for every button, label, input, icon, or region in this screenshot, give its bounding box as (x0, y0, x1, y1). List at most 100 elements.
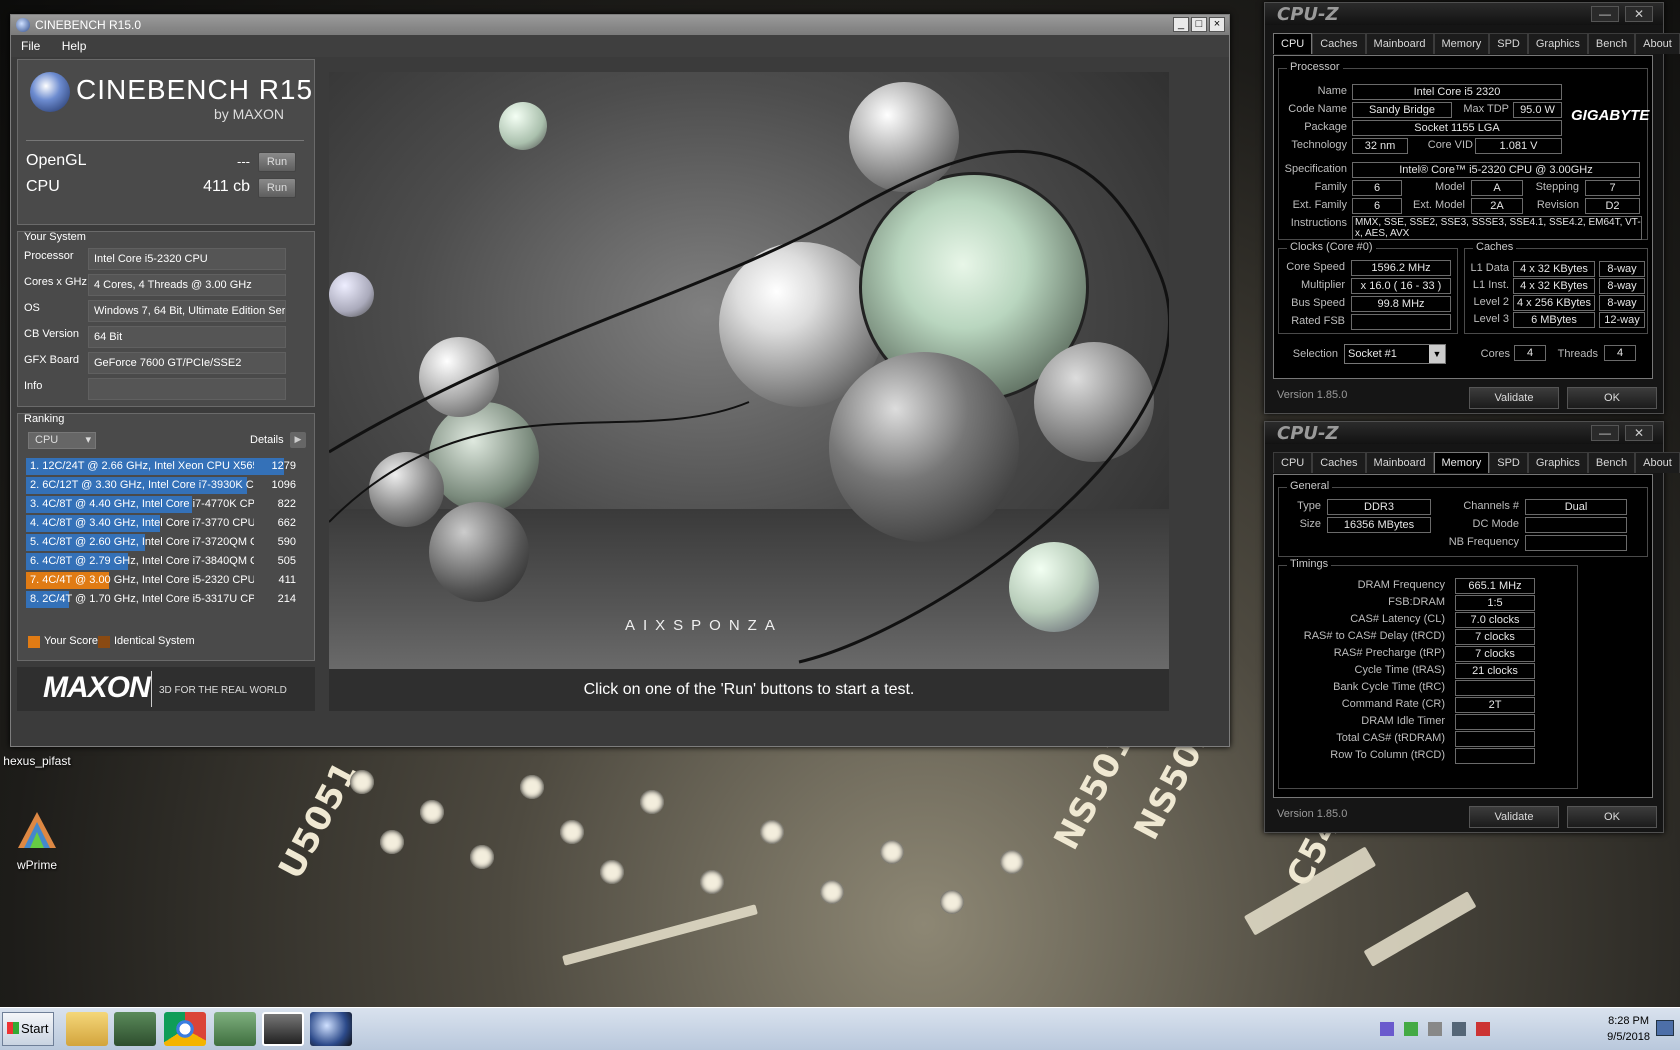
security-icon[interactable] (1404, 1022, 1418, 1036)
chrome-icon[interactable] (164, 1012, 206, 1046)
ranking-row[interactable]: 8. 2C/4T @ 1.70 GHz, Intel Core i5-3317U… (26, 591, 302, 608)
opengl-score: --- (237, 154, 250, 169)
chevron-down-icon: ▼ (1429, 345, 1445, 363)
tab-bench[interactable]: Bench (1587, 452, 1636, 473)
cpuz-titlebar[interactable]: CPU-Z — ✕ (1265, 3, 1663, 25)
cores-label: Cores (1480, 348, 1510, 360)
render-viewport: AIXSPONZA (329, 72, 1169, 669)
ranking-row-score: 662 (277, 517, 296, 529)
timings-group: Timings DRAM Frequency 665.1 MHz FSB:DRAM 1… (1278, 558, 1578, 789)
ranking-row-score: 590 (277, 536, 296, 548)
pen-icon[interactable] (1380, 1022, 1394, 1036)
start-button[interactable]: Start (2, 1012, 54, 1046)
tab-spd[interactable]: SPD (1489, 33, 1528, 54)
package-label: Package (1304, 121, 1347, 133)
tab-graphics[interactable]: Graphics (1527, 452, 1588, 473)
close-button[interactable]: ✕ (1625, 425, 1653, 441)
divider (151, 671, 152, 707)
ranking-row[interactable]: 2. 6C/12T @ 3.30 GHz, Intel Core i7-3930… (26, 477, 302, 494)
ranking-row-label: 6. 4C/8T @ 2.79 GHz, Intel Core i7-3840Q… (30, 555, 254, 567)
processor-group: Processor Name Intel Core i5 2320 Code N… (1278, 61, 1649, 240)
close-button[interactable]: ✕ (1625, 6, 1653, 22)
nbfrequency-label: NB Frequency (1448, 536, 1519, 548)
technology-value: 32 nm (1352, 138, 1408, 154)
cinebench-icon[interactable] (310, 1012, 352, 1046)
tab-mainboard[interactable]: Mainboard (1365, 452, 1434, 473)
timing-value: 7.0 clocks (1455, 612, 1535, 628)
ok-button[interactable]: OK (1567, 387, 1657, 409)
tests-panel: CINEBENCH R15 by MAXON OpenGL --- Run CP… (17, 59, 315, 225)
tab-graphics[interactable]: Graphics (1527, 33, 1588, 54)
task-manager-icon[interactable] (114, 1012, 156, 1046)
clock[interactable]: 8:28 PM 9/5/2018 (1607, 1013, 1650, 1045)
tab-spd[interactable]: SPD (1489, 452, 1528, 473)
cache-level-label: L1 Inst. (1472, 279, 1509, 291)
timing-value (1455, 714, 1535, 730)
ranking-row-score: 1096 (271, 479, 296, 491)
group-title: Timings (1287, 558, 1332, 570)
minimize-button[interactable]: — (1591, 425, 1619, 441)
timing-value: 2T (1455, 697, 1535, 713)
ranking-row[interactable]: 6. 4C/8T @ 2.79 GHz, Intel Core i7-3840Q… (26, 553, 302, 570)
system-row-value: 4 Cores, 4 Threads @ 3.00 GHz (88, 274, 286, 296)
cinebench-titlebar[interactable]: CINEBENCH R15.0 _ □ × (11, 15, 1229, 35)
volume-muted-icon[interactable] (1476, 1022, 1490, 1036)
stepping-label: Stepping (1535, 181, 1579, 193)
tab-caches[interactable]: Caches (1312, 33, 1366, 54)
ranking-row[interactable]: 7. 4C/4T @ 3.00 GHz, Intel Core i5-2320 … (26, 572, 302, 589)
tab-cpu[interactable]: CPU (1273, 452, 1313, 473)
maxtdp-label: Max TDP (1463, 103, 1509, 115)
ok-button[interactable]: OK (1567, 806, 1657, 828)
explorer-icon[interactable] (66, 1012, 108, 1046)
network-monitor-icon[interactable] (214, 1012, 256, 1046)
desktop-icon-hexus-pifast[interactable]: hexus_pifast (0, 754, 82, 768)
ranking-row[interactable]: 5. 4C/8T @ 2.60 GHz, Intel Core i7-3720Q… (26, 534, 302, 551)
show-desktop-icon[interactable] (1656, 1020, 1674, 1036)
ranking-row[interactable]: 3. 4C/8T @ 4.40 GHz, Intel Core i7-4770K… (26, 496, 302, 513)
gpu-z-icon[interactable] (262, 1012, 304, 1046)
opengl-run-button[interactable]: Run (258, 152, 296, 172)
timing-value: 21 clocks (1455, 663, 1535, 679)
name-label: Name (1317, 85, 1347, 97)
minimize-button[interactable]: _ (1173, 17, 1189, 32)
ranking-row[interactable]: 1. 12C/24T @ 2.66 GHz, Intel Xeon CPU X5… (26, 458, 302, 475)
monitor-icon[interactable] (1452, 1022, 1466, 1036)
package-value: Socket 1155 LGA (1352, 120, 1562, 136)
validate-button[interactable]: Validate (1469, 806, 1559, 828)
socket-select[interactable]: Socket #1 ▼ (1344, 344, 1446, 364)
minimize-button[interactable]: — (1591, 6, 1619, 22)
menu-help[interactable]: Help (62, 39, 87, 53)
cpuz-titlebar[interactable]: CPU-Z — ✕ (1265, 422, 1663, 444)
cache-assoc-value: 12-way (1599, 312, 1645, 328)
tab-about[interactable]: About (1635, 33, 1680, 54)
menu-file[interactable]: File (21, 39, 40, 53)
cpu-run-button[interactable]: Run (258, 178, 296, 198)
timing-label: DRAM Frequency (1357, 579, 1445, 591)
tab-memory[interactable]: Memory (1433, 33, 1490, 54)
tab-caches[interactable]: Caches (1312, 452, 1366, 473)
legend-identical-system: Identical System (114, 635, 195, 647)
windows-logo-icon (7, 1022, 19, 1034)
cinebench-window: CINEBENCH R15.0 _ □ × File Help CINEBENC… (10, 14, 1230, 747)
extmodel-value: 2A (1471, 198, 1523, 214)
size-value: 16356 MBytes (1327, 517, 1431, 533)
ranking-dropdown[interactable]: CPU ▾ (28, 432, 96, 449)
ranking-row[interactable]: 4. 4C/8T @ 3.40 GHz, Intel Core i7-3770 … (26, 515, 302, 532)
tab-cpu[interactable]: CPU (1273, 33, 1313, 54)
tab-memory[interactable]: Memory (1433, 452, 1490, 473)
timing-label: Cycle Time (tRAS) (1354, 664, 1445, 676)
cpuz-memory-window: CPU-Z — ✕ CPU Caches Mainboard Memory SPD Gra… (1264, 421, 1680, 833)
tab-bench[interactable]: Bench (1587, 33, 1636, 54)
instructions-value: MMX, SSE, SSE2, SSE3, SSSE3, SSE4.1, SSE… (1352, 216, 1642, 240)
flag-icon[interactable] (1428, 1022, 1442, 1036)
tab-mainboard[interactable]: Mainboard (1365, 33, 1434, 54)
ranking-row-label: 3. 4C/8T @ 4.40 GHz, Intel Core i7-4770K… (30, 498, 254, 510)
desktop-icon-wprime[interactable]: wPrime (0, 808, 82, 872)
tab-about[interactable]: About (1635, 452, 1680, 473)
maximize-button[interactable]: □ (1191, 17, 1207, 32)
logo-byline: by MAXON (214, 106, 285, 122)
maxon-tagline: 3D FOR THE REAL WORLD (159, 685, 287, 696)
details-arrow-icon[interactable]: ▶ (290, 432, 306, 448)
validate-button[interactable]: Validate (1469, 387, 1559, 409)
close-button[interactable]: × (1209, 17, 1225, 32)
